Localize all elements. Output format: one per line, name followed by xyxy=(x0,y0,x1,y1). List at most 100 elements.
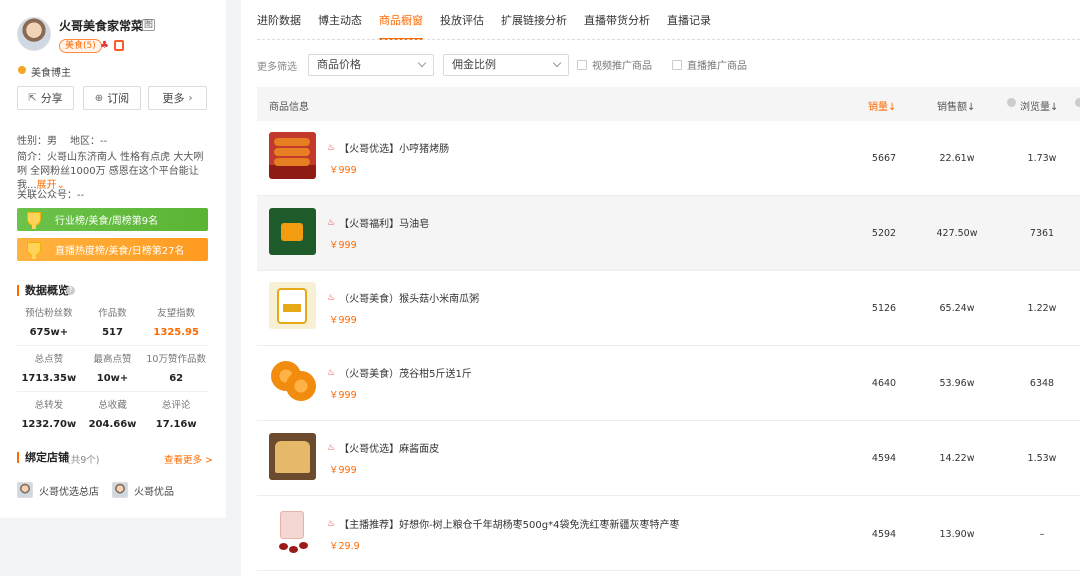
shops-title: 绑定店铺 xyxy=(17,452,69,463)
share-icon: ⇱ xyxy=(28,92,37,104)
product-title[interactable]: ♨ 【火哥优选】小哼猪烤肠 xyxy=(327,140,449,156)
category-tag: 美食(5) xyxy=(59,39,102,53)
tab-live-sales-analysis[interactable]: 直播带货分析 xyxy=(584,0,650,40)
tab-bar: 进阶数据 博主动态 商品橱窗 投放评估 扩展链接分析 直播带货分析 直播记录 xyxy=(257,0,728,40)
checkbox-box[interactable] xyxy=(577,59,587,70)
product-title[interactable]: ♨ 【主播推荐】好想你-树上粮仓千年胡杨枣500g*4袋免洗红枣新疆灰枣特产枣 xyxy=(327,516,680,532)
stat-label: 10万赞作品数 xyxy=(146,354,206,365)
product-title-text: 【主播推荐】好想你-树上粮仓千年胡杨枣500g*4袋免洗红枣新疆灰枣特产枣 xyxy=(339,520,680,531)
trophy-icon xyxy=(27,212,41,229)
shop-item[interactable]: 火哥优品 xyxy=(112,482,174,498)
commission-select[interactable]: 佣金比例 xyxy=(443,54,569,76)
stat-shares: 总转发 1232.70w xyxy=(17,392,81,438)
header-revenue-sort[interactable]: 销售额↓ xyxy=(937,98,975,113)
flame-icon: ♨ xyxy=(327,217,336,228)
shops-more-link[interactable]: 查看更多 > xyxy=(164,452,213,466)
product-thumbnail[interactable] xyxy=(269,132,316,179)
product-thumbnail[interactable] xyxy=(269,282,316,329)
stat-label: 总评论 xyxy=(161,400,191,411)
price-select[interactable]: 商品价格 xyxy=(308,54,434,76)
subscribe-label: 订阅 xyxy=(107,92,130,105)
tab-blogger-updates[interactable]: 博主动态 xyxy=(318,0,362,40)
stat-index: 友望指数 1325.95 xyxy=(144,300,208,345)
product-thumbnail[interactable] xyxy=(269,433,316,480)
product-title[interactable]: ♨ 【火哥优选】麻酱面皮 xyxy=(327,440,439,456)
verified-icon xyxy=(18,66,26,74)
live-promo-checkbox[interactable]: 直播推广商品 xyxy=(672,57,747,72)
product-title-text: （火哥美食）茂谷柑5斤送1斤 xyxy=(339,369,472,380)
soap-shape xyxy=(281,223,303,241)
stat-value: 204.66w xyxy=(88,419,137,430)
chevron-right-icon: › xyxy=(188,92,193,104)
table-header: 商品信息 销量↓ 销售额↓ 浏览量↓ xyxy=(257,87,1080,121)
share-button[interactable]: ⇱ 分享 xyxy=(17,86,74,110)
views-cell: 1.73w xyxy=(1027,153,1057,164)
product-title[interactable]: ♨ （火哥美食）茂谷柑5斤送1斤 xyxy=(327,365,472,381)
share-label: 分享 xyxy=(40,92,63,105)
sales-cell: 5126 xyxy=(871,303,897,314)
shop-item[interactable]: 火哥优选总店 xyxy=(17,482,99,498)
avatar[interactable] xyxy=(17,17,51,51)
stat-row: 总转发 1232.70w 总收藏 204.66w 总评论 17.16w xyxy=(17,392,208,438)
tab-link-analysis[interactable]: 扩展链接分析 xyxy=(501,0,567,40)
fire-icon: ♨ xyxy=(327,518,336,529)
revenue-cell: 13.90w xyxy=(939,529,975,540)
shop-avatar xyxy=(112,482,128,498)
tab-live-records[interactable]: 直播记录 xyxy=(667,0,711,40)
stat-label: 友望指数 xyxy=(157,308,196,319)
product-thumbnail[interactable] xyxy=(269,508,316,555)
date-shape xyxy=(289,546,298,553)
product-title[interactable]: ♨ （火哥美食）猴头菇小米南瓜粥 xyxy=(327,290,479,306)
stat-value: 1713.35w xyxy=(21,373,77,384)
stat-label: 最高点赞 xyxy=(93,354,132,365)
product-thumbnail[interactable] xyxy=(269,208,316,255)
header-sales-sort[interactable]: 销量↓ xyxy=(868,98,896,113)
sales-cell: 4594 xyxy=(871,529,897,540)
shop-badge-icon xyxy=(114,40,124,51)
table-row[interactable]: ♨ 【火哥优选】麻酱面皮 ￥999 4594 14.22w 1.53w xyxy=(257,421,1080,496)
table-row[interactable]: ♨ （火哥美食）茂谷柑5斤送1斤 ￥999 4640 53.96w 6348 xyxy=(257,346,1080,421)
price-select-value: 商品价格 xyxy=(317,58,361,71)
sausage-shape xyxy=(274,138,310,146)
views-cell: 6348 xyxy=(1029,378,1055,389)
table-row[interactable]: ♨ 【火哥优选】小哼猪烤肠 ￥999 5667 22.61w 1.73w xyxy=(257,121,1080,196)
tab-ad-evaluation[interactable]: 投放评估 xyxy=(440,0,484,40)
gallery-icon[interactable]: 图 xyxy=(142,19,156,31)
stat-label: 总转发 xyxy=(34,400,64,411)
bag-shape xyxy=(280,511,304,539)
live-rank-badge[interactable]: 直播热度榜/美食/日榜第27名 xyxy=(17,238,208,261)
plus-circle-icon: ⊕ xyxy=(94,92,104,104)
help-icon[interactable] xyxy=(1075,98,1080,107)
tab-advanced-data[interactable]: 进阶数据 xyxy=(257,0,301,40)
orange-shape xyxy=(286,371,316,401)
flame-icon: ♨ xyxy=(327,442,336,453)
subscribe-button[interactable]: ⊕ 订阅 xyxy=(83,86,141,110)
stat-value: 62 xyxy=(169,373,184,384)
profile-name: 火哥美食家常菜 xyxy=(59,19,144,33)
industry-rank-badge[interactable]: 行业榜/美食/周榜第9名 xyxy=(17,208,208,231)
region-info: 地区：-- xyxy=(70,136,108,147)
help-icon[interactable]: ? xyxy=(66,286,75,295)
sausage-shape xyxy=(274,148,310,156)
video-promo-checkbox[interactable]: 视频推广商品 xyxy=(577,57,652,72)
revenue-cell: 53.96w xyxy=(939,378,975,389)
views-cell: 7361 xyxy=(1029,228,1055,239)
table-row[interactable]: ♨ 【主播推荐】好想你-树上粮仓千年胡杨枣500g*4袋免洗红枣新疆灰枣特产枣 ￥… xyxy=(257,496,1080,571)
tab-product-window[interactable]: 商品橱窗 xyxy=(379,0,423,40)
checkbox-box[interactable] xyxy=(672,59,682,70)
product-price: ￥29.9 xyxy=(329,541,360,552)
more-button[interactable]: 更多 › xyxy=(148,86,207,110)
help-icon[interactable] xyxy=(1007,98,1016,107)
tabs-divider xyxy=(257,39,1080,40)
live-badge-icon: ♣ xyxy=(100,40,109,51)
table-row[interactable]: ♨ 【火哥福利】马油皂 ￥999 5202 427.50w 7361 xyxy=(257,196,1080,271)
chevron-down-icon xyxy=(552,58,562,68)
table-row[interactable]: ♨ （火哥美食）猴头菇小米南瓜粥 ￥999 5126 65.24w 1.22w xyxy=(257,271,1080,346)
stat-value: 17.16w xyxy=(155,419,197,430)
product-title[interactable]: ♨ 【火哥福利】马油皂 xyxy=(327,215,429,231)
shop-name: 火哥优选总店 xyxy=(39,486,99,498)
product-thumbnail[interactable] xyxy=(269,357,316,404)
header-views-sort[interactable]: 浏览量↓ xyxy=(1020,98,1058,113)
product-price: ￥999 xyxy=(329,390,357,401)
more-label: 更多 xyxy=(162,92,185,105)
